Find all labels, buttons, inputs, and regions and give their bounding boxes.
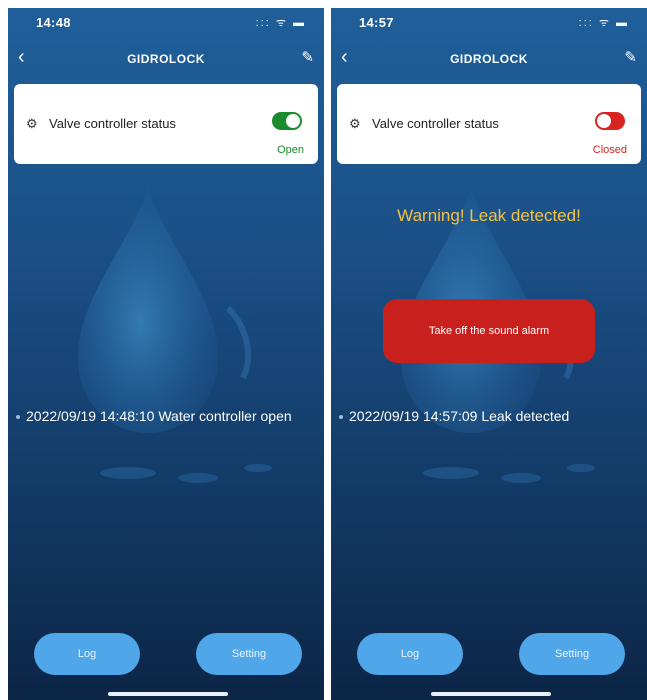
setting-button[interactable]: Setting (196, 633, 302, 675)
valve-status-label: Valve controller status (372, 116, 499, 131)
leak-warning: Warning! Leak detected! (397, 206, 581, 225)
status-bar: 14:57 ::: ᯤ ▬ (331, 8, 647, 38)
status-icons: ::: ᯤ ▬ (255, 17, 306, 29)
event-log-entry: 2022/09/19 14:48:10 Water controller ope… (16, 408, 292, 424)
page-title: GIDROLOCK (127, 52, 205, 66)
valve-status-label: Valve controller status (49, 116, 176, 131)
valve-state-text: Open (277, 144, 304, 156)
page-title: GIDROLOCK (450, 52, 528, 66)
log-button[interactable]: Log (34, 633, 140, 675)
home-indicator (431, 692, 551, 696)
gear-icon: ⚙ (349, 116, 361, 131)
status-bar: 14:48 ::: ᯤ ▬ (8, 8, 324, 38)
toggle-knob (597, 114, 611, 128)
event-text: 2022/09/19 14:57:09 Leak detected (349, 408, 570, 424)
bullet-icon (16, 415, 20, 420)
toggle-knob (286, 114, 300, 128)
water-drop-icon (78, 188, 272, 483)
status-time: 14:57 (359, 15, 394, 30)
screen-closed: 14:57 ::: ᯤ ▬ ‹ GIDROLOCK ✎ ⚙ Valve cont… (331, 8, 647, 700)
nav-bar: ‹ GIDROLOCK ✎ (8, 44, 324, 74)
setting-button[interactable]: Setting (519, 633, 625, 675)
status-icons: ::: ᯤ ▬ (578, 17, 629, 29)
silence-alarm-button[interactable]: Take off the sound alarm (383, 299, 595, 363)
screen-open: 14:48 ::: ᯤ ▬ ‹ GIDROLOCK ✎ ⚙ Valve cont… (8, 8, 324, 700)
log-button[interactable]: Log (357, 633, 463, 675)
app-comparison: 14:48 ::: ᯤ ▬ ‹ GIDROLOCK ✎ ⚙ Valve cont… (0, 0, 647, 700)
bullet-icon (339, 415, 343, 420)
gear-icon: ⚙ (26, 116, 38, 131)
edit-icon[interactable]: ✎ (624, 48, 637, 66)
valve-status-card: ⚙ Valve controller status Open (14, 84, 318, 164)
nav-bar: ‹ GIDROLOCK ✎ (331, 44, 647, 74)
valve-toggle[interactable] (272, 112, 302, 130)
event-text: 2022/09/19 14:48:10 Water controller ope… (26, 408, 292, 424)
edit-icon[interactable]: ✎ (301, 48, 314, 66)
valve-status-card: ⚙ Valve controller status Closed (337, 84, 641, 164)
home-indicator (108, 692, 228, 696)
event-log-entry: 2022/09/19 14:57:09 Leak detected (339, 408, 569, 424)
valve-toggle[interactable] (595, 112, 625, 130)
valve-state-text: Closed (592, 144, 627, 156)
status-time: 14:48 (36, 15, 71, 30)
